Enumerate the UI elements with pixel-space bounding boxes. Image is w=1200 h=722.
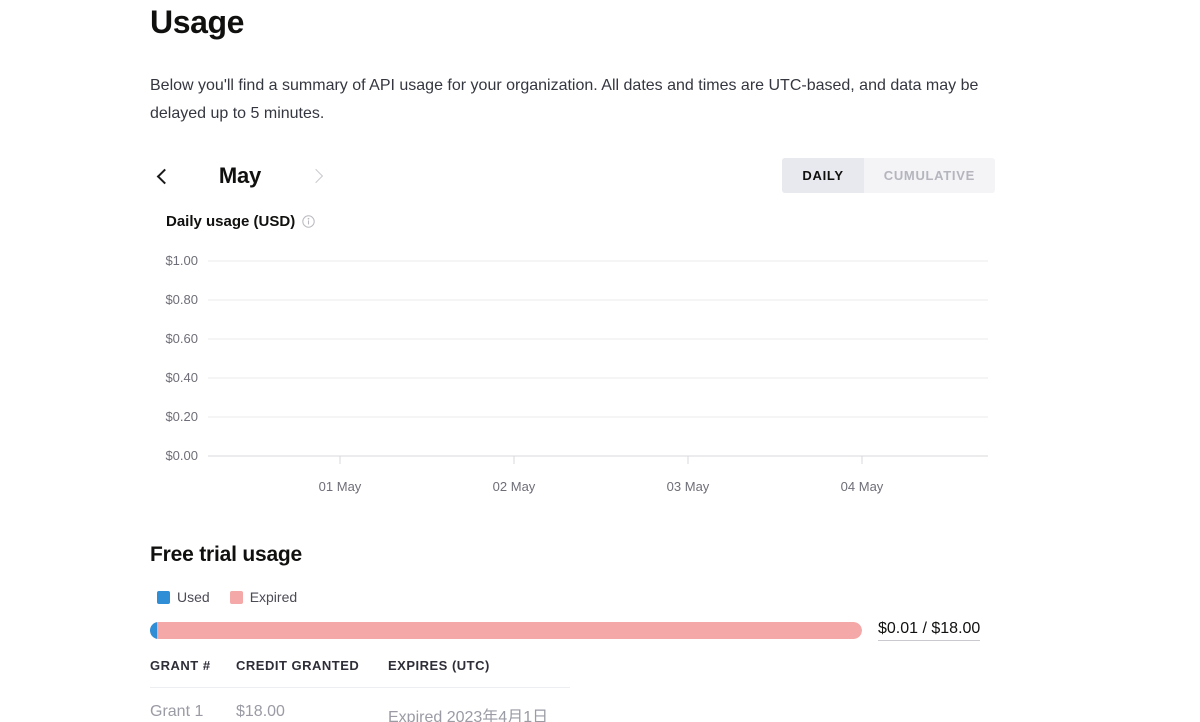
- cell-grant: Grant 1: [150, 703, 204, 720]
- next-month-button[interactable]: [304, 161, 330, 191]
- progress-segment-expired: [150, 621, 862, 639]
- x-tick-label: 01 May: [319, 479, 362, 494]
- y-tick-label: $0.60: [165, 331, 198, 346]
- legend-label-used: Used: [177, 589, 210, 605]
- trial-usage-value: $0.01 / $18.00: [878, 619, 981, 641]
- month-navigator: May: [150, 158, 330, 194]
- legend-label-expired: Expired: [249, 589, 298, 605]
- daily-usage-chart: $1.00 $0.80 $0.60 $0.40 $0.20 $0.00 01 M…: [150, 245, 995, 500]
- chart-title: Daily usage (USD): [166, 213, 315, 230]
- x-tick-label: 02 May: [493, 479, 536, 494]
- chart-svg: $1.00 $0.80 $0.60 $0.40 $0.20 $0.00 01 M…: [165, 253, 988, 494]
- chevron-left-icon: [156, 168, 173, 184]
- info-circle-icon[interactable]: [302, 215, 315, 228]
- legend-item-used: Used: [157, 589, 210, 605]
- trial-usage-progress-bar: [150, 621, 862, 639]
- legend-swatch-used: [157, 590, 170, 604]
- x-tick-label: 04 May: [841, 479, 884, 494]
- chevron-right-icon: [308, 168, 323, 184]
- column-header-credit-granted: CREDIT GRANTED: [236, 658, 388, 688]
- table-header-row: GRANT # CREDIT GRANTED EXPIRES (UTC): [150, 658, 570, 688]
- column-header-expires: EXPIRES (UTC): [388, 658, 570, 688]
- view-mode-toggle: DAILY CUMULATIVE: [782, 158, 995, 193]
- tab-cumulative[interactable]: CUMULATIVE: [864, 158, 995, 193]
- y-tick-label: $0.00: [165, 448, 198, 463]
- tab-daily[interactable]: DAILY: [782, 158, 864, 193]
- y-tick-label: $0.40: [165, 370, 198, 385]
- chart-y-axis-labels: $1.00 $0.80 $0.60 $0.40 $0.20 $0.00: [165, 253, 198, 463]
- chart-gridlines: [208, 260, 988, 457]
- prev-month-button[interactable]: [150, 161, 176, 191]
- free-trial-usage-title: Free trial usage: [150, 543, 303, 566]
- trial-legend: Used Expired: [157, 589, 297, 605]
- chart-controls-row: May DAILY CUMULATIVE: [150, 158, 995, 194]
- table-row: Grant 1 $18.00 Expired 2023年4月1日: [150, 688, 570, 722]
- page-description: Below you'll find a summary of API usage…: [150, 77, 979, 122]
- column-header-grant: GRANT #: [150, 658, 236, 688]
- cell-expires: Expired 2023年4月1日: [388, 709, 549, 722]
- y-tick-label: $0.80: [165, 292, 198, 307]
- chart-title-label: Daily usage (USD): [166, 213, 296, 230]
- page-title: Usage: [150, 4, 245, 40]
- legend-item-expired: Expired: [229, 589, 298, 605]
- grants-table: GRANT # CREDIT GRANTED EXPIRES (UTC) Gra…: [150, 658, 570, 722]
- progress-segment-used: [150, 621, 157, 639]
- usage-page: Usage Below you'll find a summary of API…: [0, 0, 1200, 722]
- current-month-label: May: [218, 163, 262, 188]
- chart-x-axis-labels: 01 May 02 May 03 May 04 May: [319, 479, 884, 494]
- y-tick-label: $0.20: [165, 409, 198, 424]
- cell-credit: $18.00: [236, 703, 285, 720]
- legend-swatch-expired: [229, 590, 243, 604]
- chart-x-axis-ticks: [339, 456, 863, 464]
- y-tick-label: $1.00: [165, 253, 198, 268]
- trial-usage-bar-row: $0.01 / $18.00: [150, 617, 995, 643]
- x-tick-label: 03 May: [667, 479, 710, 494]
